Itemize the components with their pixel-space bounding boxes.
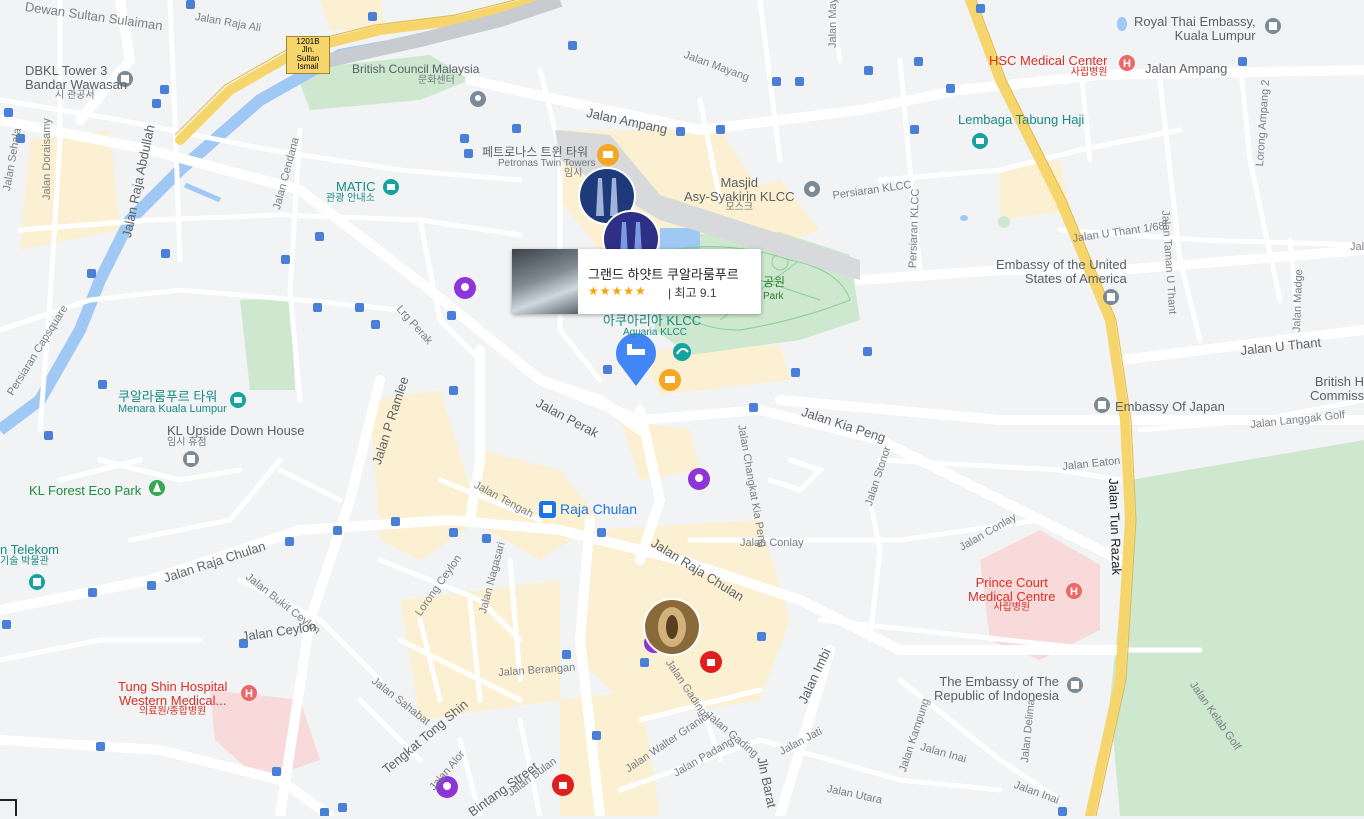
hospital-icon-prince-court[interactable]: H bbox=[1066, 583, 1082, 599]
poi-raja-chulan-station[interactable]: Raja Chulan bbox=[560, 502, 637, 517]
poi-royal-thai-embassy[interactable]: Royal Thai Embassy, Kuala Lumpur bbox=[1134, 15, 1256, 42]
poi-us-embassy[interactable]: Embassy of the United States of America bbox=[996, 258, 1127, 285]
shopping-bag-icon-2[interactable] bbox=[552, 774, 574, 796]
purple-pin-icon-2[interactable] bbox=[688, 468, 710, 490]
svg-text:H: H bbox=[245, 688, 253, 700]
poi-indonesia-embassy[interactable]: The Embassy of The Republic of Indonesia bbox=[934, 675, 1059, 702]
embassy-icon-japan[interactable] bbox=[1094, 397, 1110, 413]
dolphin-icon-aquaria[interactable] bbox=[673, 343, 691, 361]
poi-prince-court[interactable]: Prince Court Medical Centre 사립병원 bbox=[968, 576, 1055, 614]
mosque-icon[interactable] bbox=[804, 181, 820, 197]
hotel-score: | 최고 9.1 bbox=[668, 286, 717, 300]
highway-shield: 1201B Jln. Sultan Ismail bbox=[286, 36, 330, 74]
road-label: Jalan Madge bbox=[1291, 269, 1306, 333]
svg-text:H: H bbox=[1070, 586, 1078, 598]
road-label: Jalan Tun Razak bbox=[1106, 477, 1125, 576]
poi-upside-down-house[interactable]: KL Upside Down House 임시 휴점 bbox=[167, 424, 305, 448]
poi-british-council[interactable]: British Council Malaysia 문화센터 bbox=[352, 63, 479, 86]
purple-pin-icon[interactable] bbox=[454, 277, 476, 299]
poi-klcc-park[interactable]: 공원 Park bbox=[763, 276, 785, 302]
poi-british-high-commission[interactable]: British H Commissione bbox=[1310, 375, 1364, 402]
camera-icon-matic[interactable] bbox=[383, 179, 399, 195]
shopping-bag-icon[interactable] bbox=[700, 651, 722, 673]
poi-kl-tower[interactable]: 쿠알라룸푸르 타워 Menara Kuala Lumpur bbox=[118, 390, 227, 415]
museum-icon-telekom[interactable] bbox=[29, 574, 45, 590]
hotel-star-rating: ★★★★★ bbox=[588, 284, 647, 298]
poi-petronas[interactable]: 페트로나스 트윈 타워 Petronas Twin Towers 임시 bbox=[482, 146, 595, 180]
poi-telekom-museum[interactable]: n Telekom 기술 박물관 bbox=[0, 543, 59, 567]
road-label: Jalan Maya bbox=[827, 0, 839, 48]
road-label: Jalan Pe bbox=[1350, 241, 1364, 253]
hotel-info-card[interactable]: 그랜드 하얏트 쿠알라룸푸르 ★★★★★ | 최고 9.1 bbox=[512, 249, 761, 314]
poi-eco-park[interactable]: KL Forest Eco Park bbox=[29, 484, 141, 498]
road-label: Jalan Ampang bbox=[1145, 61, 1228, 76]
museum-icon-upside-down[interactable] bbox=[183, 451, 199, 467]
embassy-icon-usa[interactable] bbox=[1103, 289, 1119, 305]
hotel-thumbnail[interactable] bbox=[512, 249, 578, 314]
road-label: Jalan Conlay bbox=[740, 537, 804, 549]
embassy-icon-royal-thai[interactable] bbox=[1265, 18, 1281, 34]
poi-tung-shin-hospital[interactable]: Tung Shin Hospital Western Medical... 의료… bbox=[118, 680, 227, 718]
camera-icon-tabung-haji[interactable] bbox=[972, 133, 988, 149]
pin-icon-british-council[interactable] bbox=[470, 91, 486, 107]
poi-japan-embassy[interactable]: Embassy Of Japan bbox=[1115, 400, 1225, 414]
camera-icon-kl-tower[interactable] bbox=[230, 392, 246, 408]
road-label: Jalan Doraisamy bbox=[41, 118, 53, 200]
svg-text:H: H bbox=[1123, 58, 1131, 70]
poi-dbkl[interactable]: DBKL Tower 3 Bandar Wawasan 시 관공서 bbox=[25, 64, 127, 102]
poi-hsc-medical[interactable]: HSC Medical Center 사립병원 bbox=[989, 54, 1108, 78]
embassy-icon-indonesia[interactable] bbox=[1067, 677, 1083, 693]
camera-icon-orange[interactable] bbox=[597, 144, 619, 166]
poi-tabung-haji[interactable]: Lembaga Tabung Haji bbox=[958, 113, 1084, 127]
hospital-icon-hsc[interactable]: H bbox=[1119, 55, 1135, 71]
camera-icon-orange-2[interactable] bbox=[659, 369, 681, 391]
train-icon-raja-chulan[interactable] bbox=[539, 501, 556, 518]
tree-icon-eco-park[interactable] bbox=[149, 480, 165, 496]
hospital-icon-tung-shin[interactable]: H bbox=[241, 685, 257, 701]
hotel-name: 그랜드 하얏트 쿠알라룸푸르 bbox=[588, 267, 739, 282]
poi-masjid[interactable]: Masjid Asy-Syakirin KLCC 모스크 bbox=[684, 176, 795, 214]
poi-aquaria[interactable]: 아쿠아리아 KLCC Aquaria KLCC bbox=[603, 314, 701, 338]
poi-matic[interactable]: MATIC 관광 안내소 bbox=[326, 180, 375, 204]
photo-marker-mall[interactable] bbox=[643, 598, 701, 656]
